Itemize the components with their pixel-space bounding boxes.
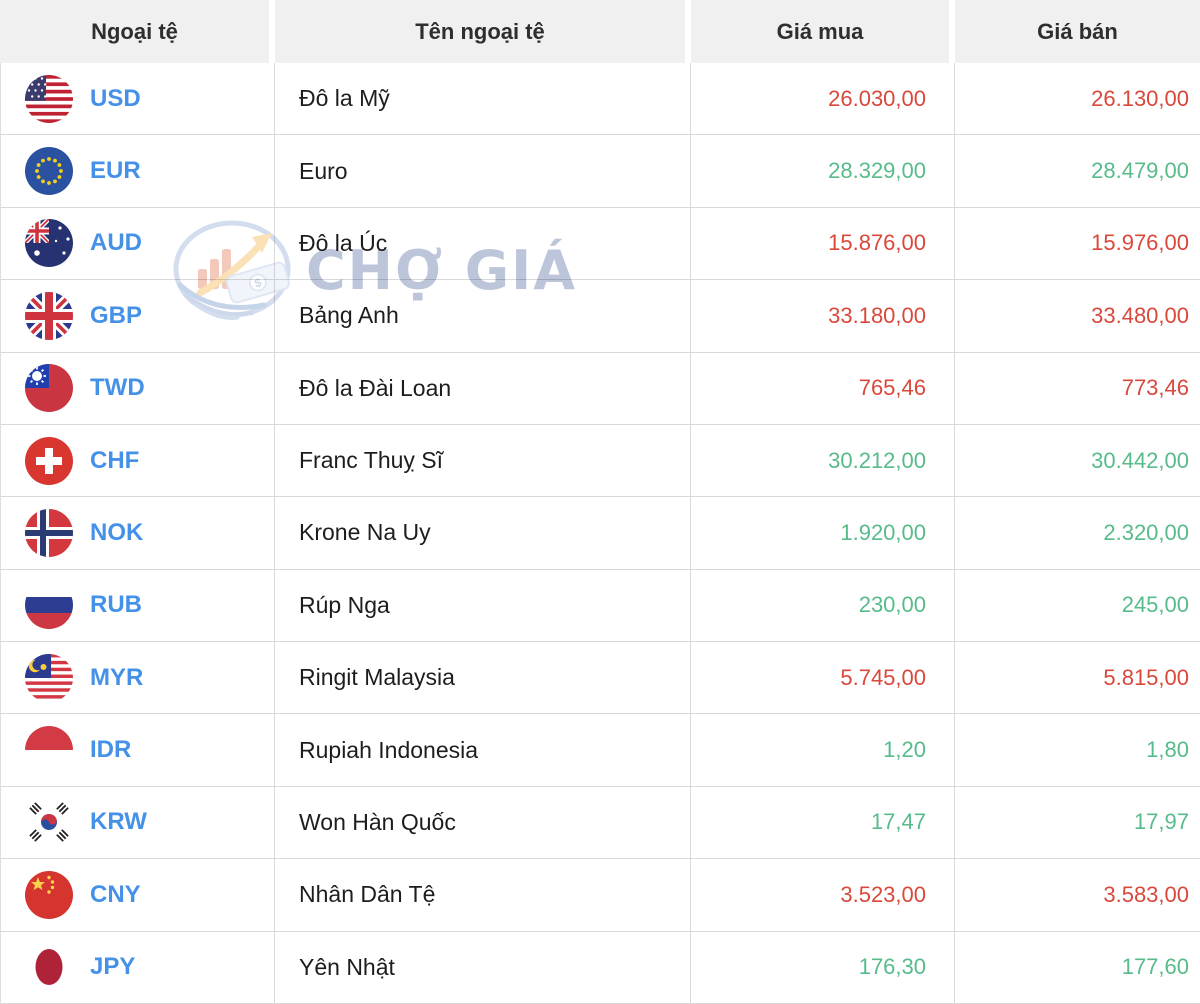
currency-name: Bảng Anh — [275, 280, 691, 352]
flag-cny-icon — [25, 870, 73, 919]
currency-cell: IDR — [0, 714, 275, 786]
sell-price: 33.480,00 — [1091, 302, 1189, 328]
flag-krw-icon — [25, 798, 73, 847]
currency-code-link[interactable]: CNY — [90, 881, 141, 909]
buy-price: 230,00 — [691, 569, 955, 641]
flag-twd-icon — [25, 364, 73, 413]
currency-cell: NOK — [0, 497, 275, 569]
currency-code-link[interactable]: JPY — [90, 953, 135, 981]
currency-cell: AUD — [0, 207, 275, 280]
currency-code-link[interactable]: TWD — [90, 374, 145, 402]
currency-name: Won Hàn Quốc — [275, 786, 691, 859]
currency-code-link[interactable]: AUD — [90, 229, 142, 257]
table-row: CHF Franc Thuỵ Sĩ 30.212,00 30.442,00 — [0, 424, 1200, 498]
flag-usd-icon — [25, 74, 73, 123]
buy-price: 1.920,00 — [691, 497, 955, 569]
sell-price: 26.130,00 — [1091, 85, 1189, 111]
table-row: CNY Nhân Dân Tệ 3.523,00 3.583,00 — [0, 859, 1200, 932]
currency-name: Đô la Úc — [275, 207, 691, 280]
sell-price: 17,97 — [1133, 809, 1189, 835]
currency-cell: KRW — [0, 786, 275, 859]
table-row: EUR Euro 28.329,00 28.479,00 — [0, 135, 1200, 208]
sell-price: 177,60 — [1121, 954, 1189, 980]
currency-code-link[interactable]: MYR — [90, 664, 143, 692]
table-row: NOK Krone Na Uy 1.920,00 2.320,00 — [0, 497, 1200, 570]
currency-code-link[interactable]: EUR — [90, 157, 141, 185]
currency-name: Rúp Nga — [275, 569, 691, 641]
table-row: RUB Rúp Nga 230,00 245,00 — [0, 569, 1200, 642]
sell-price: 2.320,00 — [1103, 519, 1189, 545]
sell-price: 30.442,00 — [1091, 447, 1189, 473]
flag-jpy-icon — [25, 943, 73, 992]
sell-price: 28.479,00 — [1091, 158, 1189, 184]
currency-cell: USD — [0, 63, 275, 135]
currency-cell: EUR — [0, 135, 275, 207]
currency-name: Rupiah Indonesia — [275, 714, 691, 786]
sell-price: 773,46 — [1121, 375, 1189, 401]
currency-code-link[interactable]: KRW — [90, 808, 147, 836]
currency-cell: MYR — [0, 642, 275, 714]
buy-price: 15.876,00 — [691, 207, 955, 280]
table-row: GBP Bảng Anh 33.180,00 33.480,00 — [0, 280, 1200, 353]
flag-aud-icon — [25, 219, 73, 268]
exchange-rate-table: Ngoại tệ Tên ngoại tệ Giá mua Giá bán US… — [0, 0, 1200, 1004]
column-header-sell: Giá bán — [955, 0, 1200, 63]
flag-myr-icon — [25, 653, 73, 702]
sell-price: 3.583,00 — [1103, 881, 1189, 907]
flag-rub-icon — [25, 581, 73, 630]
currency-name: Đô la Đài Loan — [275, 352, 691, 424]
currency-code-link[interactable]: CHF — [90, 447, 139, 475]
buy-price: 30.212,00 — [691, 424, 955, 497]
currency-name: Đô la Mỹ — [275, 63, 691, 135]
buy-price: 765,46 — [691, 352, 955, 424]
table-row: TWD Đô la Đài Loan 765,46 773,46 — [0, 352, 1200, 425]
currency-name: Nhân Dân Tệ — [275, 859, 691, 931]
buy-price: 5.745,00 — [691, 642, 955, 714]
buy-price: 3.523,00 — [691, 859, 955, 931]
currency-name: Krone Na Uy — [275, 497, 691, 569]
buy-price: 1,20 — [691, 714, 955, 786]
currency-name: Franc Thuỵ Sĩ — [275, 424, 691, 497]
flag-gbp-icon — [25, 291, 73, 340]
table-row: JPY Yên Nhật 176,30 177,60 — [0, 931, 1200, 1004]
table-row: KRW Won Hàn Quốc 17,47 17,97 — [0, 786, 1200, 860]
sell-price: 15.976,00 — [1091, 230, 1189, 256]
currency-cell: RUB — [0, 569, 275, 641]
currency-cell: JPY — [0, 931, 275, 1003]
column-header-currency: Ngoại tệ — [0, 0, 275, 63]
currency-name: Yên Nhật — [275, 931, 691, 1003]
table-body: USD Đô la Mỹ 26.030,00 26.130,00 EUR Euro 28.3… — [0, 63, 1200, 1004]
flag-chf-icon — [25, 436, 73, 485]
buy-price: 28.329,00 — [691, 135, 955, 207]
flag-nok-icon — [25, 508, 73, 557]
flag-eur-icon — [25, 147, 73, 196]
currency-code-link[interactable]: USD — [90, 85, 141, 113]
currency-cell: CHF — [0, 424, 275, 497]
currency-code-link[interactable]: RUB — [90, 591, 142, 619]
currency-cell: CNY — [0, 859, 275, 931]
buy-price: 26.030,00 — [691, 63, 955, 135]
buy-price: 176,30 — [691, 931, 955, 1003]
currency-code-link[interactable]: GBP — [90, 302, 142, 330]
table-row: USD Đô la Mỹ 26.030,00 26.130,00 — [0, 63, 1200, 136]
column-header-name: Tên ngoại tệ — [275, 0, 691, 63]
currency-name: Ringit Malaysia — [275, 642, 691, 714]
currency-code-link[interactable]: NOK — [90, 519, 143, 547]
currency-name: Euro — [275, 135, 691, 207]
sell-price: 245,00 — [1121, 592, 1189, 618]
table-header: Ngoại tệ Tên ngoại tệ Giá mua Giá bán — [0, 0, 1200, 63]
currency-cell: TWD — [0, 352, 275, 424]
column-header-buy: Giá mua — [691, 0, 955, 63]
sell-price: 1,80 — [1146, 737, 1189, 763]
currency-code-link[interactable]: IDR — [90, 736, 131, 764]
buy-price: 33.180,00 — [691, 280, 955, 352]
table-row: AUD Đô la Úc 15.876,00 15.976,00 — [0, 207, 1200, 281]
currency-cell: GBP — [0, 280, 275, 352]
buy-price: 17,47 — [691, 786, 955, 859]
flag-idr-icon — [25, 726, 73, 775]
sell-price: 5.815,00 — [1103, 664, 1189, 690]
table-row: IDR Rupiah Indonesia 1,20 1,80 — [0, 714, 1200, 787]
table-row: MYR Ringit Malaysia 5.745,00 5.815,00 — [0, 642, 1200, 715]
